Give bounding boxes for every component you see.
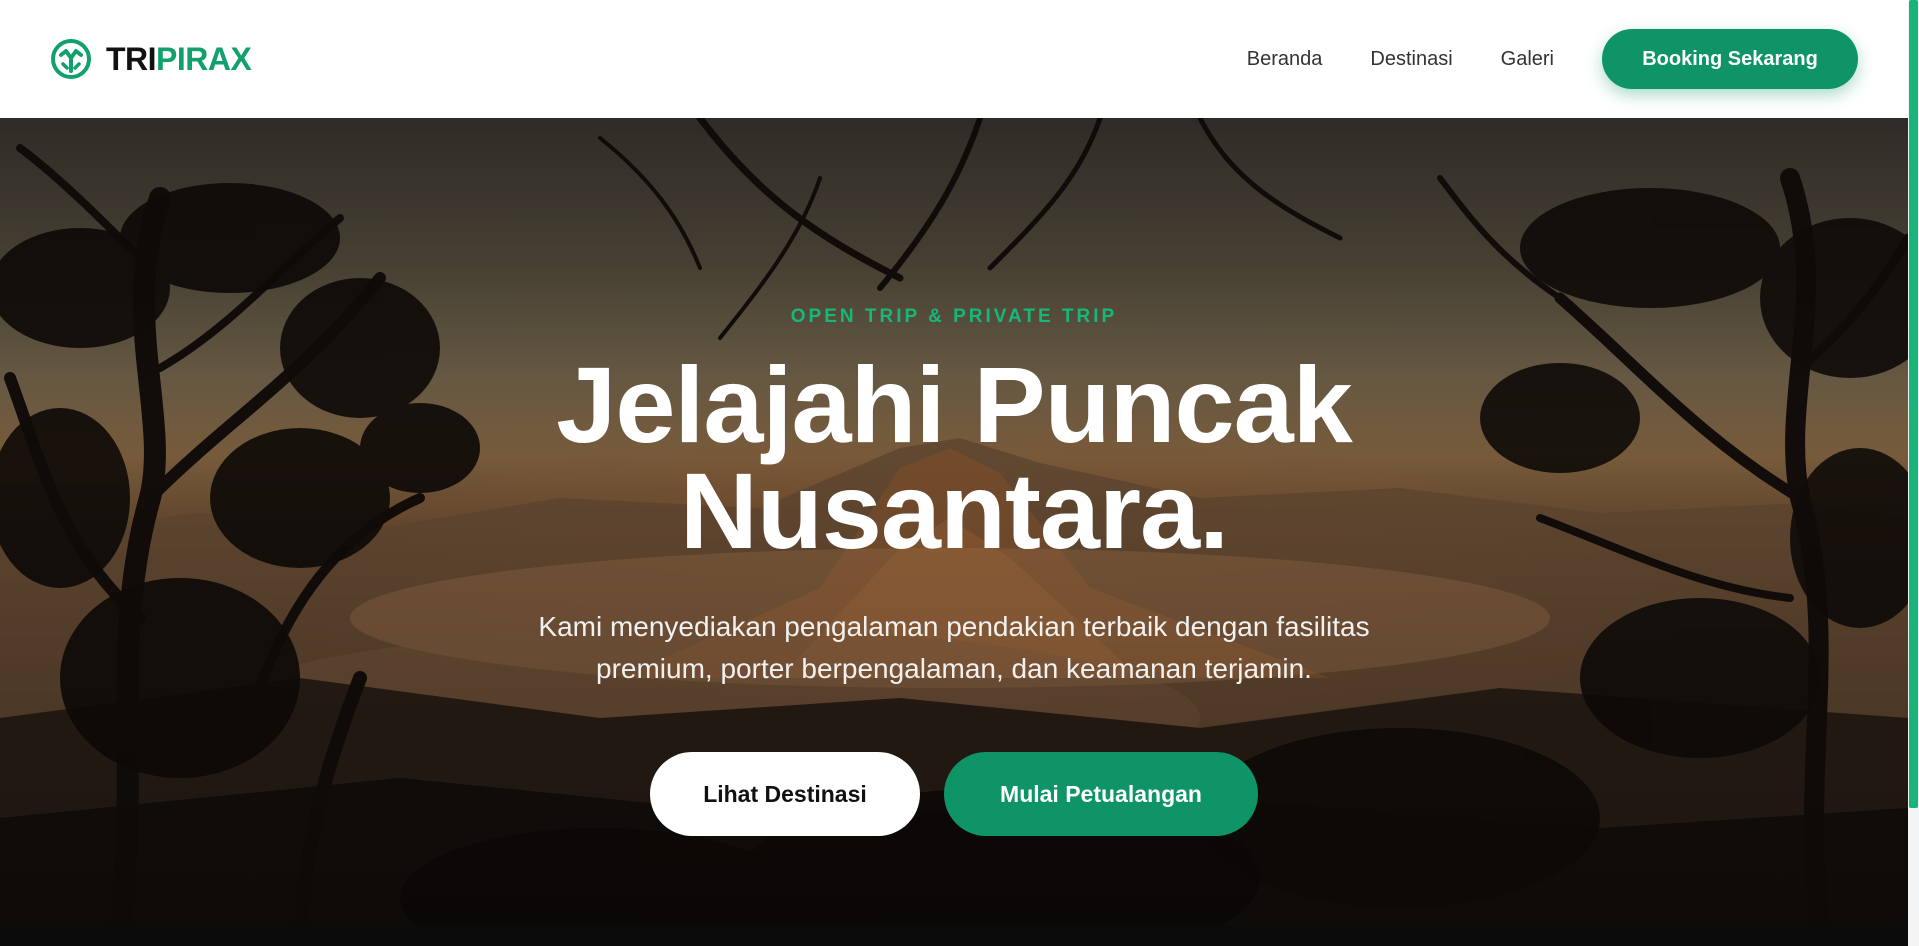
nav-link-beranda[interactable]: Beranda [1247,48,1323,71]
hero-title: Jelajahi Puncak Nusantara. [454,351,1454,565]
hero-description-line2: premium, porter berpengalaman, dan keama… [596,653,1312,684]
view-destinations-button[interactable]: Lihat Destinasi [650,752,920,836]
hero-buttons: Lihat Destinasi Mulai Petualangan [650,752,1258,836]
scrollbar-thumb[interactable] [1909,0,1918,808]
hero-title-line1: Jelajahi Puncak [556,344,1352,465]
nav-link-destinasi[interactable]: Destinasi [1370,48,1452,71]
mountain-logo-icon [51,39,91,79]
nav-link-galeri[interactable]: Galeri [1501,48,1554,71]
hero-eyebrow: OPEN TRIP & PRIVATE TRIP [790,306,1118,327]
brand-name: TRIPIRAX [106,40,252,78]
next-section-edge [0,925,1908,946]
hero-section: OPEN TRIP & PRIVATE TRIP Jelajahi Puncak… [0,118,1908,925]
brand-name-part1: TRI [106,40,157,77]
brand-name-part2: PIRAX [156,40,252,77]
booking-button[interactable]: Booking Sekarang [1602,29,1858,89]
top-navbar: TRIPIRAX Beranda Destinasi Galeri Bookin… [0,0,1908,118]
brand-logo[interactable]: TRIPIRAX [50,38,252,80]
hero-content: OPEN TRIP & PRIVATE TRIP Jelajahi Puncak… [0,118,1908,925]
hero-description: Kami menyediakan pengalaman pendakian te… [504,606,1404,690]
nav-links: Beranda Destinasi Galeri [1247,48,1554,71]
hero-title-line2: Nusantara. [679,450,1229,571]
start-adventure-button[interactable]: Mulai Petualangan [944,752,1258,836]
hero-description-line1: Kami menyediakan pengalaman pendakian te… [538,611,1370,642]
page: TRIPIRAX Beranda Destinasi Galeri Bookin… [0,0,1919,946]
